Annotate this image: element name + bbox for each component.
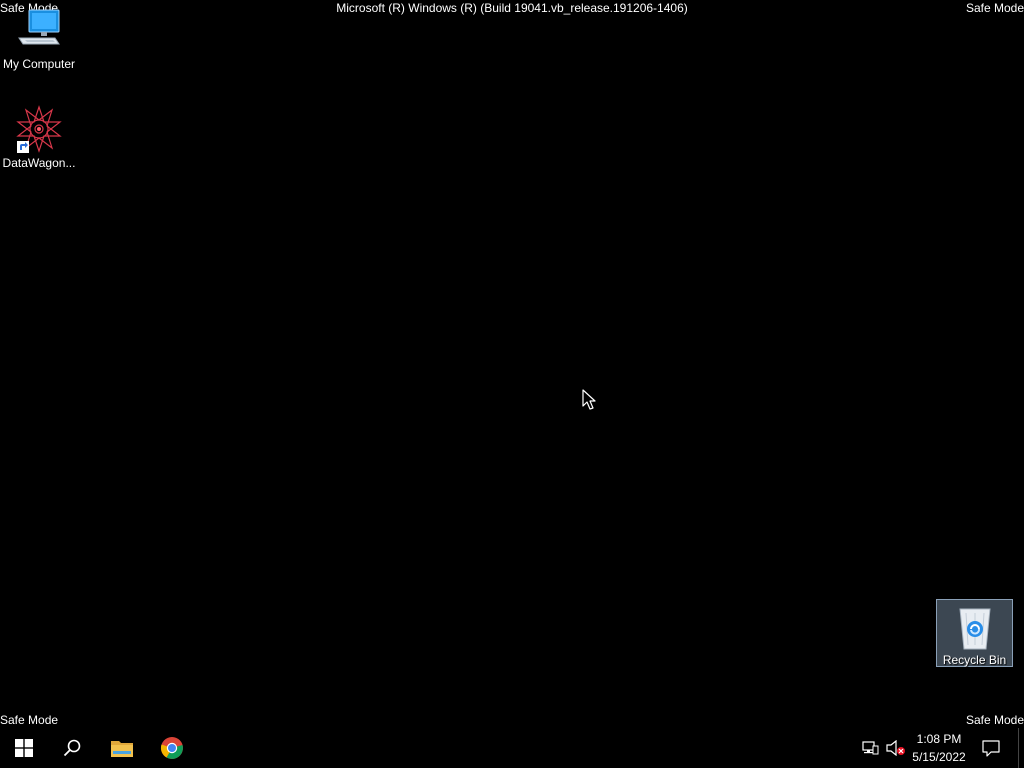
safe-mode-label-bottom-right: Safe Mode xyxy=(965,713,1024,727)
clock-time: 1:08 PM xyxy=(916,732,962,746)
taskbar: 1:08 PM 5/15/2022 xyxy=(0,728,1024,768)
computer-icon xyxy=(15,6,63,54)
desktop-icon-label: Recycle Bin xyxy=(942,653,1007,667)
desktop-icon-recycle-bin[interactable]: Recycle Bin xyxy=(936,599,1013,667)
search-icon xyxy=(63,739,81,757)
action-center-button[interactable] xyxy=(976,728,1006,768)
build-watermark: Microsoft (R) Windows (R) (Build 19041.v… xyxy=(336,1,688,15)
desktop-icon-label: DataWagon... xyxy=(2,156,76,170)
volume-tray-button[interactable] xyxy=(884,728,908,768)
network-icon xyxy=(862,741,879,755)
search-button[interactable] xyxy=(48,728,96,768)
chrome-icon xyxy=(160,737,183,759)
recycle-bin-icon xyxy=(951,603,999,651)
show-desktop-button[interactable] xyxy=(1018,728,1024,768)
safe-mode-label-bottom-left: Safe Mode xyxy=(0,713,59,727)
clock[interactable]: 1:08 PM 5/15/2022 xyxy=(908,728,970,768)
safe-mode-label-top-right: Safe Mode xyxy=(965,1,1024,15)
volume-muted-icon xyxy=(886,740,905,756)
file-explorer-button[interactable] xyxy=(98,728,146,768)
start-button[interactable] xyxy=(0,728,48,768)
action-center-icon xyxy=(982,740,1000,757)
desktop-icon-my-computer[interactable]: My Computer xyxy=(0,6,78,71)
file-explorer-icon xyxy=(111,741,133,757)
shortcut-arrow-icon xyxy=(17,141,29,153)
network-tray-button[interactable] xyxy=(858,728,882,768)
clock-date: 5/15/2022 xyxy=(912,750,966,764)
datawagon-icon xyxy=(15,105,63,153)
desktop-icon-label: My Computer xyxy=(2,57,76,71)
mouse-cursor-icon xyxy=(582,389,596,410)
start-icon xyxy=(15,739,33,757)
chrome-button[interactable] xyxy=(148,728,196,768)
desktop-icon-datawagon[interactable]: DataWagon... xyxy=(0,105,78,170)
